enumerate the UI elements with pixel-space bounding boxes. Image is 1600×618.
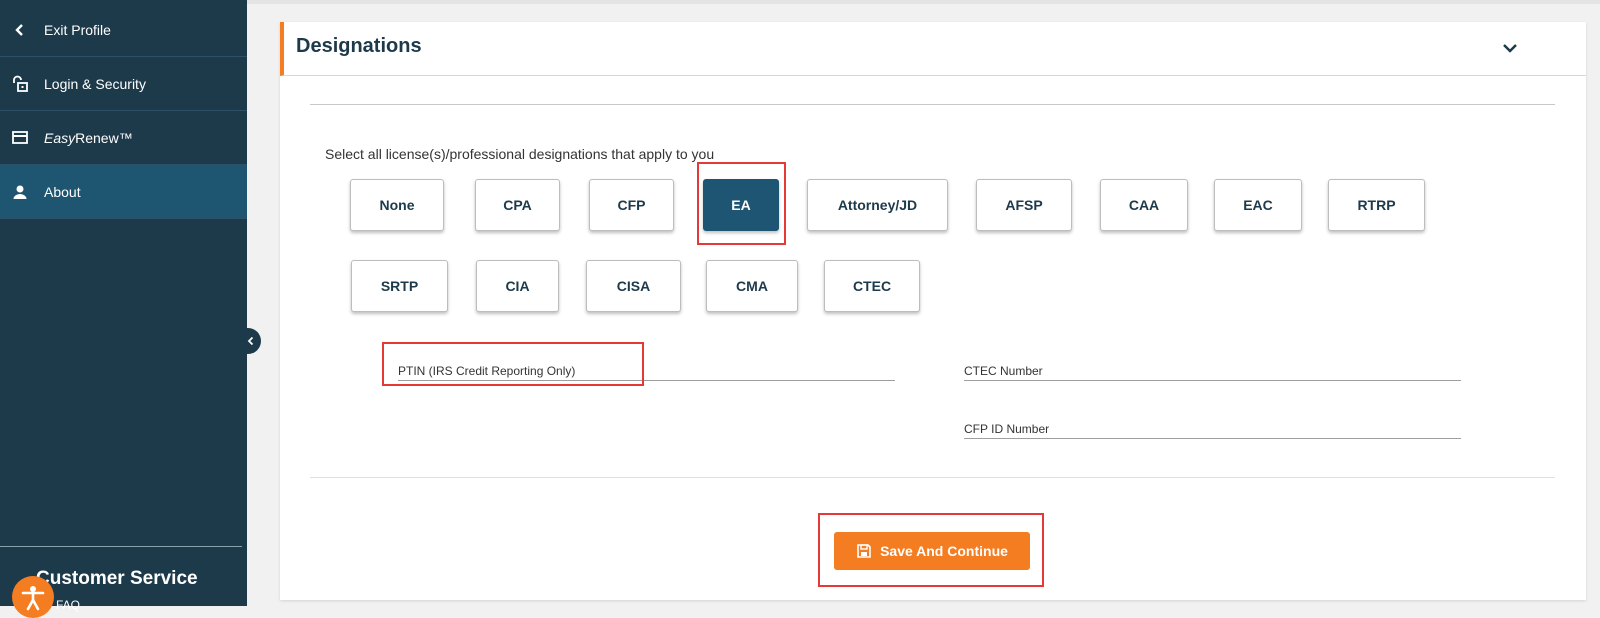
cfp-id-input[interactable] xyxy=(964,414,1465,438)
sidebar-item-login-security[interactable]: Login & Security xyxy=(0,57,247,111)
sidebar-item-label: Login & Security xyxy=(44,75,146,92)
user-icon xyxy=(10,182,30,202)
divider xyxy=(310,477,1555,478)
chevron-left-icon xyxy=(247,336,254,346)
instruction-text: Select all license(s)/professional desig… xyxy=(325,146,715,162)
save-label: Save And Continue xyxy=(880,543,1008,559)
customer-service-title: Customer Service xyxy=(36,568,198,589)
sidebar-item-exit-profile[interactable]: Exit Profile xyxy=(0,3,247,57)
designation-attorney-jd[interactable]: Attorney/JD xyxy=(807,179,948,231)
accessibility-icon xyxy=(21,586,45,611)
sidebar-item-label: Exit Profile xyxy=(44,21,111,38)
designation-cpa[interactable]: CPA xyxy=(475,179,560,231)
ctec-number-input[interactable] xyxy=(964,356,1465,380)
sidebar: Exit Profile Login & Security EasyRenew™… xyxy=(0,0,247,618)
top-bar xyxy=(247,0,1600,4)
sidebar-item-label: EasyRenew™ xyxy=(44,129,133,146)
designation-ctec[interactable]: CTEC xyxy=(824,260,920,312)
credit-card-icon xyxy=(10,128,30,148)
cfp-id-field[interactable]: CFP ID Number xyxy=(964,410,1465,439)
card-title: Designations xyxy=(296,35,422,57)
designation-cfp[interactable]: CFP xyxy=(589,179,674,231)
designation-afsp[interactable]: AFSP xyxy=(976,179,1072,231)
ptin-input[interactable] xyxy=(398,356,899,380)
save-icon xyxy=(857,544,871,558)
designation-cia[interactable]: CIA xyxy=(476,260,559,312)
divider xyxy=(310,104,1555,105)
designation-caa[interactable]: CAA xyxy=(1100,179,1188,231)
card-header[interactable]: Designations xyxy=(280,22,1586,76)
designation-srtp[interactable]: SRTP xyxy=(351,260,448,312)
designation-rtrp[interactable]: RTRP xyxy=(1328,179,1425,231)
designation-none[interactable]: None xyxy=(350,179,444,231)
sidebar-collapse-button[interactable] xyxy=(241,328,261,354)
designations-card: Designations Select all license(s)/profe… xyxy=(280,22,1586,600)
save-and-continue-button[interactable]: Save And Continue xyxy=(834,532,1030,570)
faq-link[interactable]: FAQ xyxy=(56,598,80,612)
ctec-number-field[interactable]: CTEC Number xyxy=(964,352,1465,381)
accessibility-button[interactable] xyxy=(12,576,54,618)
designation-eac[interactable]: EAC xyxy=(1214,179,1302,231)
divider xyxy=(0,546,242,547)
sidebar-item-about[interactable]: About xyxy=(0,165,247,219)
unlock-icon xyxy=(10,74,30,94)
designation-cisa[interactable]: CISA xyxy=(586,260,681,312)
sidebar-item-label: About xyxy=(44,183,81,200)
chevron-down-icon[interactable] xyxy=(1498,36,1522,60)
chevron-left-icon xyxy=(10,20,30,40)
sidebar-item-easyrenew[interactable]: EasyRenew™ xyxy=(0,111,247,165)
designation-ea[interactable]: EA xyxy=(703,179,779,231)
ptin-field[interactable]: PTIN (IRS Credit Reporting Only) xyxy=(398,352,899,381)
designation-cma[interactable]: CMA xyxy=(706,260,798,312)
